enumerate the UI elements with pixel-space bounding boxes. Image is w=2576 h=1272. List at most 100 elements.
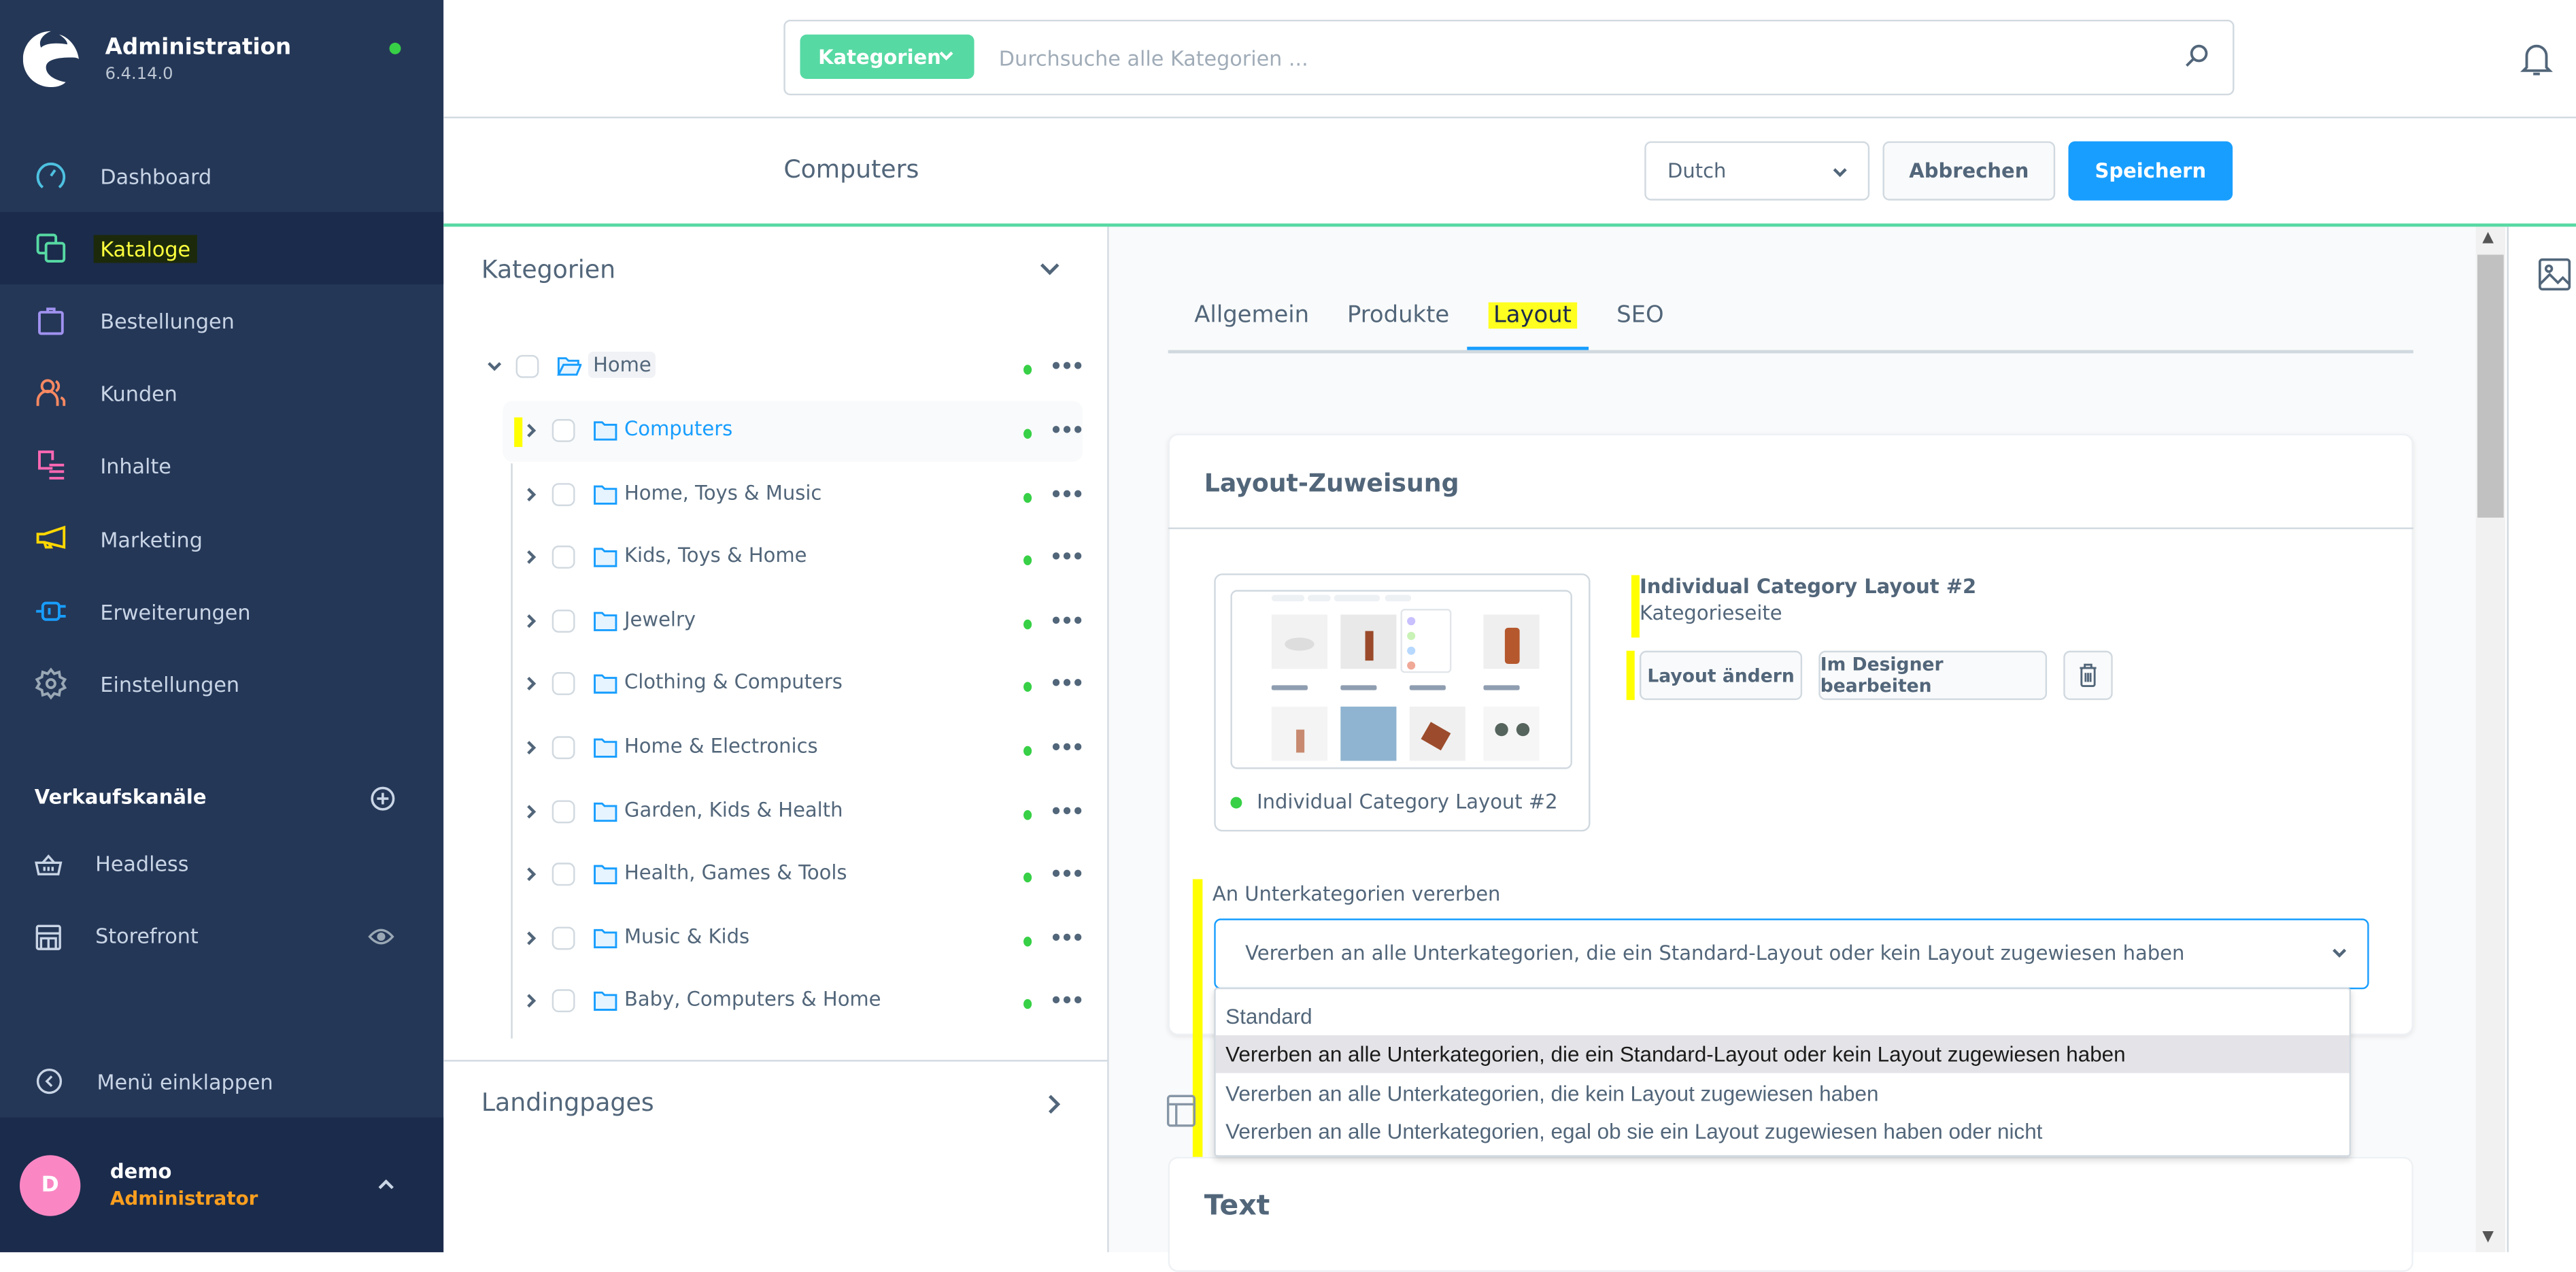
settings-icon — [35, 667, 67, 700]
chevron-up-icon[interactable] — [375, 1173, 398, 1196]
tree-item[interactable]: Baby, Computers & Home ••• — [503, 972, 1085, 1033]
tree-item[interactable]: Health, Games & Tools ••• — [503, 845, 1085, 905]
save-button[interactable]: Speichern — [2068, 141, 2233, 201]
sidebar-item-inhalte[interactable]: Inhalte — [0, 429, 443, 501]
collapse-menu-button[interactable]: Menü einklappen — [0, 1052, 443, 1111]
search-input[interactable] — [995, 34, 2152, 82]
text-card — [1168, 1156, 2413, 1272]
notifications-bell-icon[interactable] — [2520, 41, 2553, 77]
tree-checkbox[interactable] — [552, 736, 575, 760]
tree-item[interactable]: Home, Toys & Music ••• — [503, 465, 1085, 525]
active-status-dot — [1023, 873, 1032, 883]
search-icon[interactable] — [2184, 43, 2210, 69]
dashboard-icon — [36, 163, 66, 188]
more-actions-icon[interactable]: ••• — [1050, 926, 1085, 950]
layout-name: Individual Category Layout #2 — [1639, 575, 1977, 599]
tab-seo[interactable]: SEO — [1616, 303, 1663, 329]
more-actions-icon[interactable]: ••• — [1050, 609, 1085, 633]
more-actions-icon[interactable]: ••• — [1050, 482, 1085, 505]
tree-item[interactable]: Jewelry ••• — [503, 591, 1085, 652]
active-status-dot — [1023, 936, 1032, 947]
chevron-right-icon[interactable] — [522, 867, 539, 883]
active-status-dot — [1023, 492, 1032, 503]
search-type-select[interactable]: Kategorien — [800, 34, 975, 79]
tab-allgemein[interactable]: Allgemein — [1194, 303, 1309, 329]
marketing-icon — [36, 525, 66, 549]
more-actions-icon[interactable]: ••• — [1050, 673, 1085, 696]
dropdown-option-highlighted[interactable]: Vererben an alle Unterkategorien, die ei… — [1215, 1035, 2350, 1073]
chevron-right-icon[interactable] — [522, 739, 539, 756]
tree-item[interactable]: Music & Kids ••• — [503, 908, 1085, 969]
tree-item-label: Clothing & Computers — [624, 671, 843, 694]
scrollbar-thumb[interactable] — [2477, 254, 2504, 518]
tab-layout[interactable]: Layout — [1488, 302, 1577, 329]
dropdown-option[interactable]: Standard — [1216, 997, 2350, 1035]
active-status-dot — [1023, 682, 1032, 692]
chevron-right-icon[interactable] — [522, 422, 539, 439]
chevron-down-icon[interactable] — [486, 358, 503, 375]
edit-in-designer-button[interactable]: Im Designer bearbeiten — [1818, 650, 2048, 701]
chevron-right-icon[interactable] — [522, 613, 539, 629]
language-select[interactable]: Dutch — [1644, 141, 1870, 201]
chevron-right-icon[interactable] — [522, 930, 539, 946]
cancel-button[interactable]: Abbrechen — [1882, 141, 2056, 201]
sidebar-item-kataloge[interactable]: Kataloge — [0, 212, 444, 284]
app-version: 6.4.14.0 — [105, 65, 173, 84]
chevron-right-icon[interactable] — [522, 993, 539, 1009]
inherit-select[interactable]: Vererben an alle Unterkategorien, die ei… — [1214, 918, 2369, 990]
remove-layout-button[interactable] — [2063, 650, 2113, 701]
add-sales-channel-icon[interactable] — [370, 786, 396, 812]
tree-item[interactable]: Kids, Toys & Home ••• — [503, 528, 1085, 588]
chevron-down-icon[interactable] — [1038, 258, 1062, 281]
chevron-right-icon[interactable] — [522, 486, 539, 502]
sales-channel-headless[interactable]: Headless — [0, 833, 443, 899]
dropdown-option[interactable]: Vererben an alle Unterkategorien, egal o… — [1216, 1112, 2350, 1150]
tree-checkbox[interactable] — [552, 990, 575, 1014]
eye-icon[interactable] — [368, 927, 394, 947]
active-status-dot — [1023, 365, 1032, 375]
scroll-down-icon[interactable]: ▼ — [2482, 1229, 2494, 1245]
sales-channel-storefront[interactable]: Storefront — [0, 905, 443, 971]
folder-icon — [594, 801, 617, 822]
dropdown-option[interactable]: Vererben an alle Unterkategorien, die ke… — [1216, 1075, 2350, 1113]
chevron-right-icon[interactable] — [522, 676, 539, 692]
more-actions-icon[interactable]: ••• — [1050, 419, 1085, 442]
tree-checkbox[interactable] — [552, 546, 575, 569]
chevron-right-icon[interactable] — [522, 549, 539, 565]
tree-item[interactable]: Home & Electronics ••• — [503, 718, 1085, 779]
folder-icon — [594, 992, 617, 1011]
sidebar-item-einstellungen[interactable]: Einstellungen — [0, 648, 443, 720]
inherit-label: An Unterkategorien vererben — [1212, 882, 1501, 906]
tree-item-label: Kids, Toys & Home — [624, 544, 807, 567]
sidebar-item-kunden[interactable]: Kunden — [0, 356, 443, 429]
tree-checkbox[interactable] — [552, 926, 575, 950]
tree-checkbox[interactable] — [552, 673, 575, 696]
more-actions-icon[interactable]: ••• — [1050, 800, 1085, 823]
tree-checkbox[interactable] — [552, 482, 575, 506]
tree-item[interactable]: Garden, Kids & Health ••• — [503, 782, 1085, 842]
more-actions-icon[interactable]: ••• — [1050, 355, 1085, 378]
scroll-up-icon[interactable]: ▲ — [2482, 230, 2494, 246]
tree-item-root[interactable]: Home ••• — [467, 337, 1084, 397]
tree-checkbox[interactable] — [552, 609, 575, 633]
tree-checkbox[interactable] — [552, 863, 575, 886]
landingpages-title[interactable]: Landingpages — [481, 1088, 654, 1117]
more-actions-icon[interactable]: ••• — [1050, 863, 1085, 886]
sidebar-item-dashboard[interactable]: Dashboard — [0, 139, 443, 212]
tree-item[interactable]: Computers ••• — [503, 401, 1085, 462]
tree-checkbox[interactable] — [552, 799, 575, 823]
sidebar-item-marketing[interactable]: Marketing — [0, 503, 443, 575]
change-layout-button[interactable]: Layout ändern — [1639, 650, 1803, 701]
sidebar-item-bestellungen[interactable]: Bestellungen — [0, 284, 443, 356]
more-actions-icon[interactable]: ••• — [1050, 990, 1085, 1013]
tree-checkbox[interactable] — [552, 419, 575, 442]
tree-checkbox[interactable] — [515, 354, 539, 378]
tree-item[interactable]: Clothing & Computers ••• — [503, 654, 1085, 715]
more-actions-icon[interactable]: ••• — [1050, 736, 1085, 759]
tab-produkte[interactable]: Produkte — [1347, 303, 1449, 329]
chevron-right-icon[interactable] — [522, 803, 539, 819]
media-image-icon[interactable] — [2538, 256, 2571, 292]
more-actions-icon[interactable]: ••• — [1050, 546, 1085, 569]
chevron-right-icon[interactable] — [1043, 1093, 1063, 1116]
sidebar-item-erweiterungen[interactable]: Erweiterungen — [0, 575, 443, 648]
